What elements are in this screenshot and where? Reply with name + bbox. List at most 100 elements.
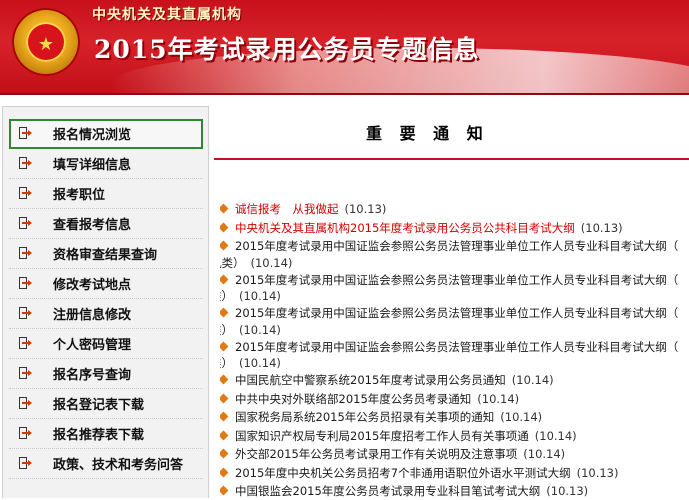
notice-item[interactable]: 国家税务局系统2015年公务员招录有关事项的通知 (10.14) <box>220 409 689 426</box>
notice-item[interactable]: 中国民航空中警察系统2015年度考试录用公务员通知 (10.14) <box>220 372 689 389</box>
sidebar-item-label: 报名登记表下载 <box>53 398 145 413</box>
notice-link[interactable]: 国家知识产权局专利局2015年度招考工作人员有关事项通 <box>235 429 529 443</box>
notice-date: (10.14) <box>477 391 520 406</box>
notice-date: (10.14) <box>239 289 281 303</box>
diamond-bullet-icon <box>220 203 229 214</box>
sidebar-item[interactable]: 查看报考信息 <box>9 209 203 239</box>
banner-divider <box>0 93 689 95</box>
notice-item[interactable]: 诚信报考 从我做起 (10.13) <box>220 201 689 218</box>
banner-subtitle: 中央机关及其直属机构 <box>92 7 242 23</box>
notice-item[interactable]: 中央机关及其直属机构2015年度考试录用公务员公共科目考试大纲 (10.13) <box>220 220 689 237</box>
sidebar-item[interactable]: 资格审查结果查询 <box>9 239 203 269</box>
notice-item[interactable]: 2015年度中央机关公务员招考7个非通用语职位外语水平测试大纲 (10.13) <box>220 465 689 482</box>
sidebar-item-label: 政策、技术和考务问答 <box>53 458 184 473</box>
page-title: 重 要 通 知 <box>366 124 489 143</box>
notice-link-continued[interactable]: 类） <box>220 323 233 337</box>
notice-link[interactable]: 中国银监会2015年度公务员考试录用专业科目笔试考试大纲 <box>235 484 540 498</box>
notice-date: (10.14) <box>523 447 566 461</box>
login-arrow-icon <box>19 427 32 439</box>
sidebar-item-label: 报名推荐表下载 <box>53 428 145 443</box>
notice-link[interactable]: 诚信报考 从我做起 <box>235 202 339 216</box>
notice-link[interactable]: 2015年度考试录用中国证监会参照公务员法管理事业单位工作人员专业科目考试大纲（ <box>235 239 678 253</box>
diamond-bullet-icon <box>220 341 229 351</box>
sidebar-item-label: 报名情况浏览 <box>53 128 132 143</box>
notice-date: (10.14) <box>534 428 577 443</box>
notice-link-continued[interactable]: 类） <box>220 289 233 303</box>
sidebar-item[interactable]: 报名情况浏览 <box>9 119 203 149</box>
sidebar-item-label: 报考职位 <box>53 188 106 203</box>
sidebar-item[interactable]: 报考职位 <box>9 179 203 209</box>
notice-link-continued[interactable]: 类） <box>220 356 233 370</box>
notice-link-continued[interactable]: 机类） <box>220 256 245 270</box>
diamond-bullet-icon <box>220 448 229 459</box>
national-emblem-icon: ★ <box>12 8 80 76</box>
notice-date: (10.14) <box>511 373 554 387</box>
sidebar-item-label: 报名序号查询 <box>53 368 132 383</box>
notice-date: (10.14) <box>500 410 543 424</box>
notice-item[interactable]: 外交部2015年公务员考试录用工作有关说明及注意事项 (10.14) <box>220 446 689 463</box>
notice-link[interactable]: 中央机关及其直属机构2015年度考试录用公务员公共科目考试大纲 <box>235 221 575 235</box>
sidebar-item-label: 个人密码管理 <box>53 338 132 353</box>
notice-date: (10.13) <box>580 220 623 235</box>
notice-link[interactable]: 2015年度考试录用中国证监会参照公务员法管理事业单位工作人员专业科目考试大纲（ <box>235 273 678 287</box>
diamond-bullet-icon <box>220 374 229 385</box>
notice-date: (10.14) <box>239 356 281 370</box>
notice-item[interactable]: 2015年度考试录用中国证监会参照公务员法管理事业单位工作人员专业科目考试大纲（… <box>220 339 689 372</box>
login-arrow-icon <box>19 337 32 349</box>
sidebar-item[interactable]: 报名推荐表下载 <box>9 419 203 449</box>
notice-link[interactable]: 中国民航空中警察系统2015年度考试录用公务员通知 <box>235 373 506 387</box>
login-arrow-icon <box>19 127 32 139</box>
notice-date: (10.13) <box>546 484 589 498</box>
diamond-bullet-icon <box>220 307 229 318</box>
notice-link[interactable]: 2015年度中央机关公务员招考7个非通用语职位外语水平测试大纲 <box>235 466 571 480</box>
notice-item[interactable]: 2015年度考试录用中国证监会参照公务员法管理事业单位工作人员专业科目考试大纲（… <box>220 305 689 338</box>
login-arrow-icon <box>19 277 32 289</box>
notice-link[interactable]: 中共中央对外联络部2015年度公务员考录通知 <box>235 392 471 406</box>
login-arrow-icon <box>19 397 32 409</box>
diamond-bullet-icon <box>220 411 229 422</box>
login-arrow-icon <box>19 247 32 259</box>
banner-title: 2015年考试录用公务员专题信息 <box>94 35 480 64</box>
notice-item[interactable]: 中共中央对外联络部2015年度公务员考录通知 (10.14) <box>220 391 689 408</box>
notice-item[interactable]: 中国银监会2015年度公务员考试录用专业科目笔试考试大纲 (10.13) <box>220 483 689 500</box>
sidebar-item[interactable]: 修改考试地点 <box>9 269 203 299</box>
sidebar-item-label: 查看报考信息 <box>53 218 132 233</box>
sidebar-item[interactable]: 填写详细信息 <box>9 149 203 179</box>
diamond-bullet-icon <box>220 393 229 403</box>
sidebar-item[interactable]: 个人密码管理 <box>9 329 203 359</box>
login-arrow-icon <box>19 457 32 469</box>
sidebar-menu: 报名情况浏览 填写详细信息 报考职位查看报考信息资格审查结果查询 修改考试地点 注册信息… <box>2 106 209 498</box>
notice-item[interactable]: 2015年度考试录用中国证监会参照公务员法管理事业单位工作人员专业科目考试大纲（… <box>220 238 689 271</box>
notice-date: (10.14) <box>239 322 281 337</box>
notice-link[interactable]: 2015年度考试录用中国证监会参照公务员法管理事业单位工作人员专业科目考试大纲（ <box>235 340 678 354</box>
diamond-bullet-icon <box>220 485 229 496</box>
login-arrow-icon <box>19 157 32 169</box>
diamond-bullet-icon <box>220 240 229 251</box>
title-divider <box>214 158 689 160</box>
diamond-bullet-icon <box>220 467 229 477</box>
header-banner: ★ 中央机关及其直属机构 2015年考试录用公务员专题信息 <box>0 0 689 93</box>
sidebar-item-label: 注册信息修改 <box>53 308 132 323</box>
sidebar-item[interactable]: 报名序号查询 <box>9 359 203 389</box>
diamond-bullet-icon <box>220 430 229 440</box>
sidebar-item-label: 填写详细信息 <box>53 158 132 173</box>
sidebar-item-label: 修改考试地点 <box>53 278 132 293</box>
notice-link[interactable]: 2015年度考试录用中国证监会参照公务员法管理事业单位工作人员专业科目考试大纲（ <box>235 306 678 320</box>
sidebar-item[interactable]: 政策、技术和考务问答 <box>9 449 203 479</box>
sidebar-item[interactable]: 注册信息修改 <box>9 299 203 329</box>
sidebar-item[interactable]: 报名登记表下载 <box>9 389 203 419</box>
notice-date: (10.13) <box>576 465 619 480</box>
notice-item[interactable]: 2015年度考试录用中国证监会参照公务员法管理事业单位工作人员专业科目考试大纲（… <box>220 272 689 305</box>
notice-item[interactable]: 国家知识产权局专利局2015年度招考工作人员有关事项通 (10.14) <box>220 428 689 445</box>
diamond-bullet-icon <box>220 222 229 232</box>
login-arrow-icon <box>19 187 32 199</box>
login-arrow-icon <box>19 367 32 379</box>
notice-date: (10.14) <box>250 255 293 270</box>
sidebar-item-label: 资格审查结果查询 <box>53 248 158 263</box>
notice-link[interactable]: 外交部2015年公务员考试录用工作有关说明及注意事项 <box>235 447 517 461</box>
notice-link[interactable]: 国家税务局系统2015年公务员招录有关事项的通知 <box>235 410 494 424</box>
notice-date: (10.13) <box>344 202 387 216</box>
login-arrow-icon <box>19 217 32 229</box>
diamond-bullet-icon <box>220 274 229 284</box>
login-arrow-icon <box>19 307 32 319</box>
